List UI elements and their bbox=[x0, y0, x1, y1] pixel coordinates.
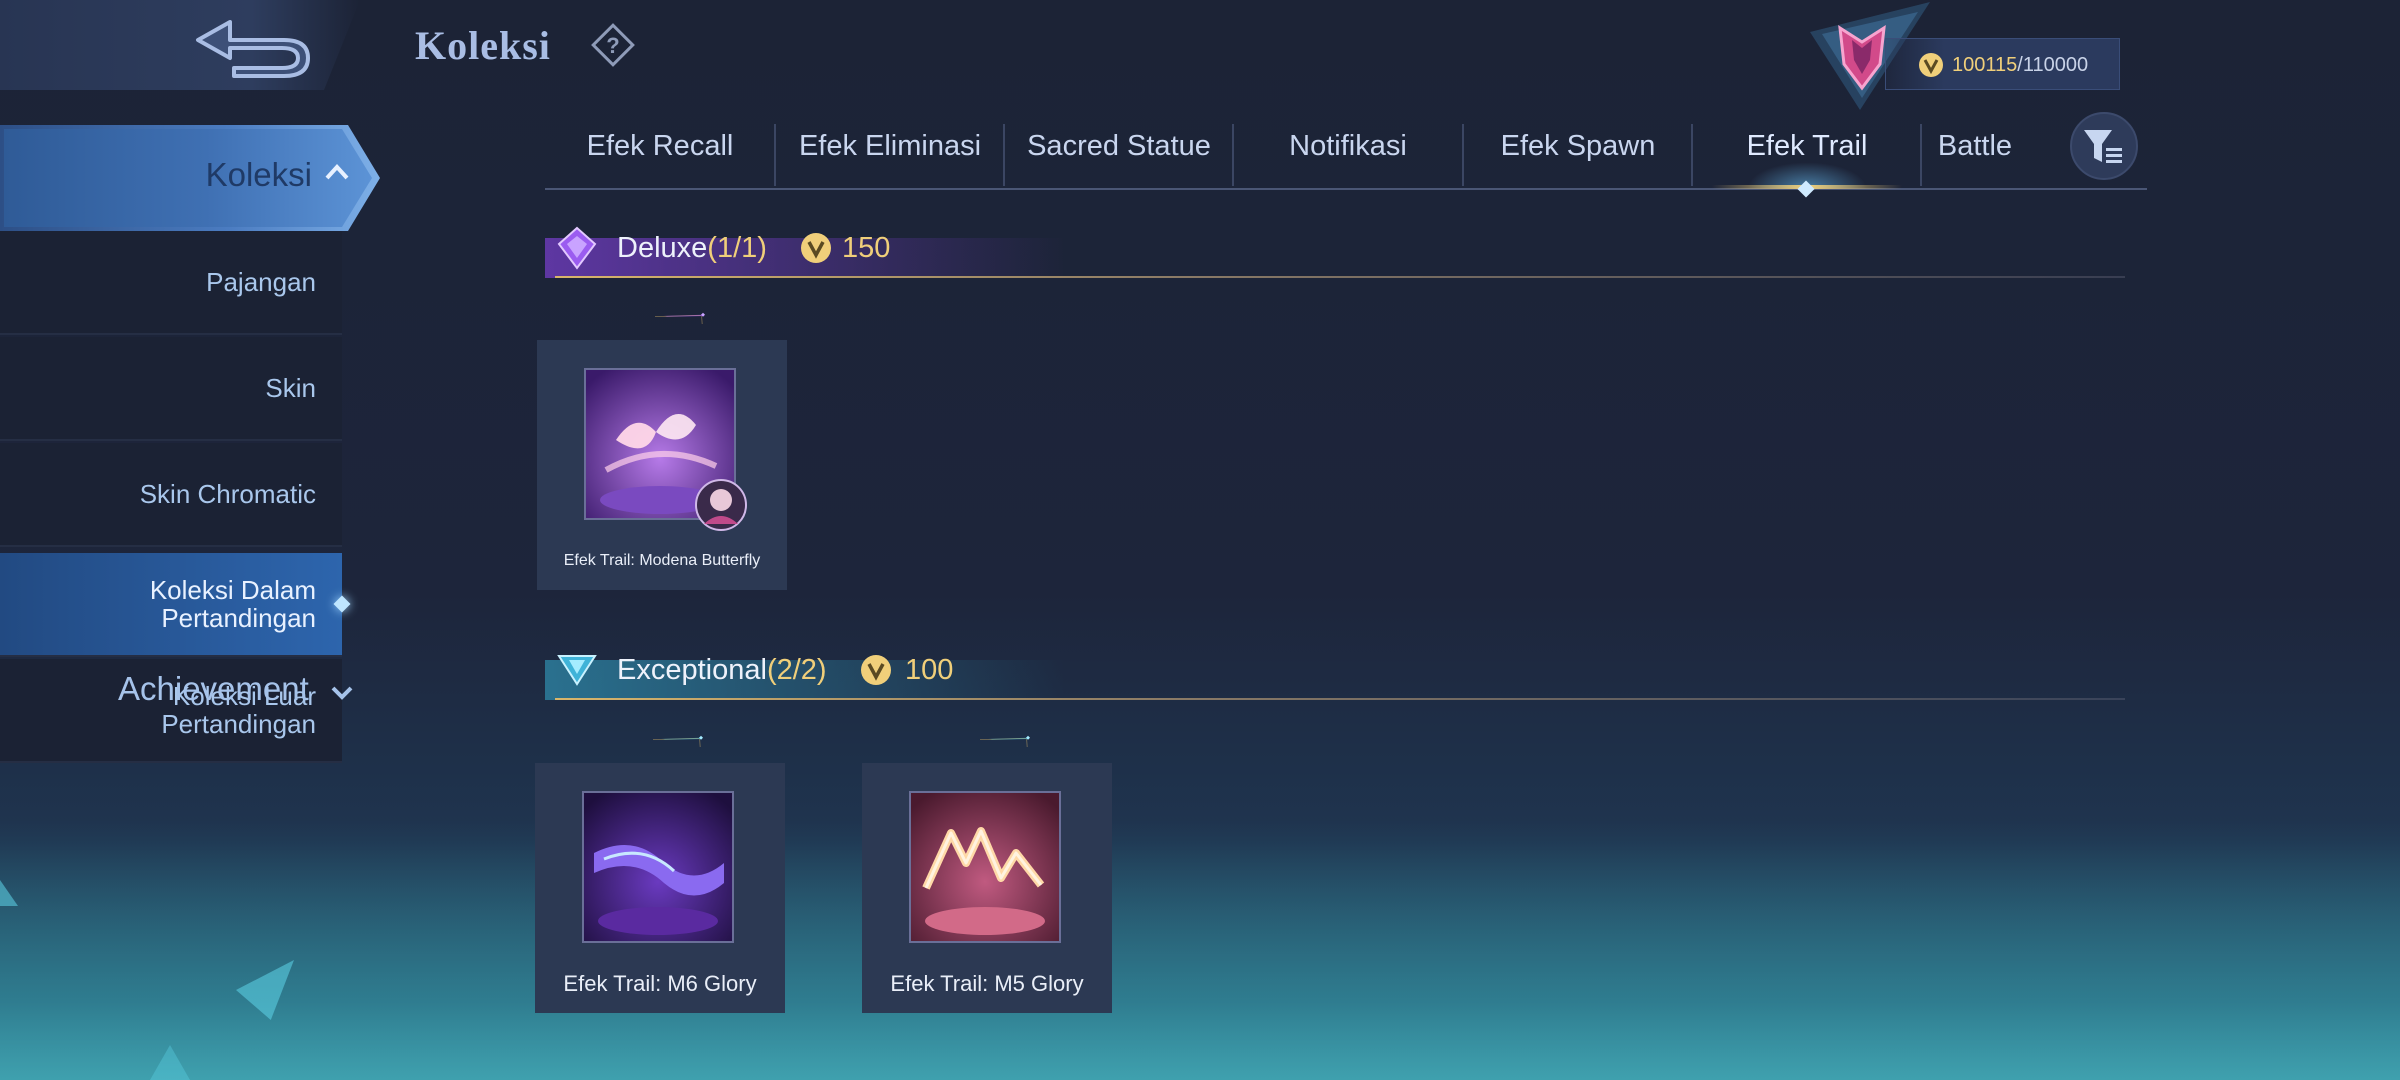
back-button[interactable] bbox=[190, 12, 320, 82]
sidebar-item-skin[interactable]: Skin bbox=[0, 337, 342, 441]
sidebar-heading-bg bbox=[4, 129, 372, 227]
sidebar-heading-koleksi[interactable]: Koleksi bbox=[0, 125, 380, 231]
help-icon[interactable]: ? bbox=[590, 22, 636, 68]
card-frame-decoration bbox=[652, 735, 703, 747]
sidebar-item-skin-chromatic[interactable]: Skin Chromatic bbox=[0, 443, 342, 547]
hero-avatar-badge bbox=[694, 478, 748, 532]
chevron-down-icon[interactable] bbox=[330, 684, 354, 702]
sidebar-heading-label: Koleksi bbox=[205, 156, 312, 193]
section-exceptional-header: Exceptional(2/2) 100 bbox=[545, 640, 2125, 700]
points-current: 100115 bbox=[1952, 54, 2018, 76]
sidebar-item-label: Pajangan bbox=[206, 267, 316, 297]
section-exceptional-title: Exceptional(2/2) bbox=[617, 654, 827, 687]
page-title: Koleksi bbox=[415, 23, 551, 68]
tab-label: Notifikasi bbox=[1289, 130, 1407, 162]
item-thumbnail bbox=[582, 791, 734, 943]
section-name: Exceptional bbox=[617, 654, 767, 686]
tab-battle[interactable]: Battle bbox=[1875, 118, 2075, 186]
coin-icon bbox=[1919, 53, 1943, 77]
back-arrow-icon bbox=[196, 20, 310, 78]
points-max: /110000 bbox=[2017, 54, 2089, 76]
filter-icon bbox=[2084, 130, 2122, 163]
chevron-up-icon bbox=[325, 164, 349, 180]
filter-button[interactable] bbox=[2070, 112, 2138, 180]
sidebar-item-label: Skin Chromatic bbox=[139, 479, 316, 509]
collection-points-display: 100115/110000 bbox=[1885, 38, 2120, 90]
section-deluxe-points: 150 bbox=[842, 232, 891, 264]
sidebar-item-pajangan[interactable]: Pajangan bbox=[0, 231, 342, 335]
category-tabs: Efek Recall Efek Eliminasi Sacred Statue… bbox=[545, 118, 2147, 198]
tab-label: Efek Recall bbox=[586, 130, 734, 162]
background-glow bbox=[0, 820, 2400, 1080]
coin-icon bbox=[801, 233, 831, 263]
section-exceptional-points: 100 bbox=[905, 654, 954, 686]
item-card-m6-glory[interactable]: Efek Trail: M6 Glory bbox=[535, 735, 785, 1013]
deluxe-gem-icon bbox=[557, 226, 597, 270]
tab-label: Sacred Statue bbox=[1027, 130, 1211, 162]
item-name: Efek Trail: M6 Glory bbox=[563, 971, 757, 996]
tab-efek-eliminasi[interactable]: Efek Eliminasi bbox=[775, 118, 1005, 186]
item-card-m5-glory[interactable]: Efek Trail: M5 Glory bbox=[862, 735, 1112, 1013]
tab-efek-spawn[interactable]: Efek Spawn bbox=[1463, 118, 1693, 186]
card-frame-decoration bbox=[654, 312, 705, 324]
item-name: Efek Trail: M5 Glory bbox=[890, 971, 1084, 996]
sidebar-item-label: Koleksi Dalam Pertandingan bbox=[149, 575, 316, 633]
coin-icon bbox=[861, 655, 891, 685]
item-card-modena-butterfly[interactable]: Efek Trail: Modena Butterfly bbox=[537, 312, 787, 590]
section-deluxe-title: Deluxe(1/1) bbox=[617, 232, 767, 265]
tab-sacred-statue[interactable]: Sacred Statue bbox=[1004, 118, 1234, 186]
tab-label: Efek Spawn bbox=[1500, 130, 1656, 162]
tab-notifikasi[interactable]: Notifikasi bbox=[1233, 118, 1463, 186]
section-count: (2/2) bbox=[766, 654, 827, 686]
section-name: Deluxe bbox=[617, 232, 708, 264]
tab-label: Battle bbox=[1937, 130, 2013, 162]
svg-text:?: ? bbox=[606, 33, 619, 58]
section-divider bbox=[555, 698, 2125, 700]
active-indicator bbox=[333, 595, 351, 613]
sidebar-achievement[interactable]: Achievement bbox=[118, 670, 309, 708]
item-name: Efek Trail: Modena Butterfly bbox=[563, 552, 761, 569]
section-divider bbox=[555, 276, 2125, 278]
points-text: 100115/110000 bbox=[1952, 54, 2088, 77]
tab-efek-recall[interactable]: Efek Recall bbox=[545, 118, 775, 186]
sidebar-item-label: Skin bbox=[265, 373, 316, 403]
card-frame-decoration bbox=[979, 735, 1030, 747]
item-thumbnail bbox=[909, 791, 1061, 943]
section-count: (1/1) bbox=[707, 232, 767, 264]
tab-label: Efek Trail bbox=[1746, 130, 1868, 162]
exceptional-gem-icon bbox=[557, 655, 597, 686]
tab-label: Efek Eliminasi bbox=[798, 130, 982, 162]
sidebar-item-koleksi-dalam-pertandingan[interactable]: Koleksi Dalam Pertandingan bbox=[0, 553, 351, 657]
section-deluxe-header: Deluxe(1/1) 150 bbox=[545, 218, 2125, 278]
